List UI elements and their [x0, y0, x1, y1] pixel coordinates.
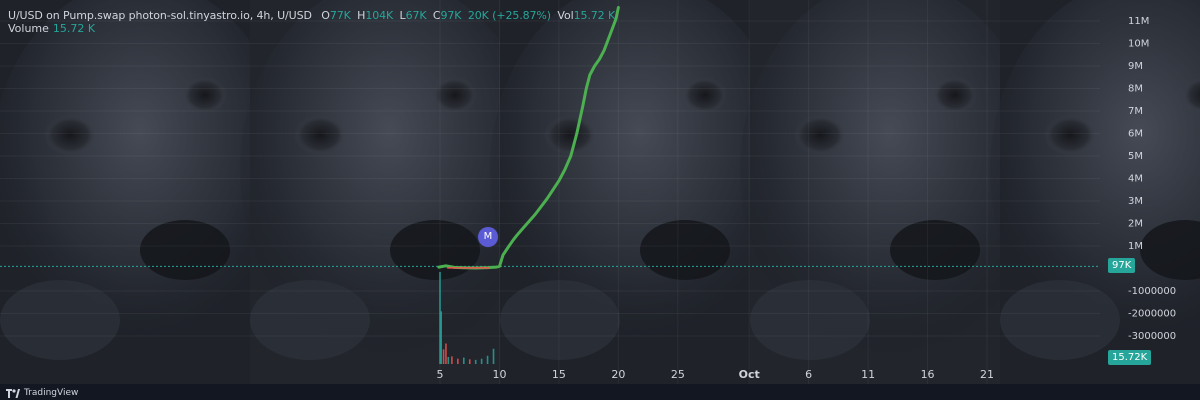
price-tick-label: 2M — [1128, 219, 1143, 230]
time-tick-label: 10 — [492, 368, 506, 381]
time-tick-label: 15 — [552, 368, 566, 381]
price-tick-label: 7M — [1128, 106, 1143, 117]
volume-bar — [486, 355, 489, 364]
close-value: 97K — [440, 9, 462, 22]
price-tick-label: 11M — [1128, 16, 1149, 27]
price-tick-label: 3M — [1128, 196, 1143, 207]
volume-legend[interactable]: Volume 15.72 K — [8, 22, 95, 35]
volume-bar — [468, 359, 471, 364]
price-tick-label: -2000000 — [1128, 309, 1176, 320]
volume-bar — [462, 357, 465, 364]
symbol-header: U/USD on Pump.swap photon-sol.tinyastro.… — [8, 9, 615, 22]
price-tick-label: 10M — [1128, 39, 1149, 50]
price-chart[interactable]: 11M10M9M8M7M6M5M4M3M2M1M-1000000-2000000… — [0, 0, 1200, 400]
price-tick-label: -3000000 — [1128, 331, 1176, 342]
time-axis: 5 10 15 20 25 Oct 6 11 16 21 — [437, 368, 995, 381]
symbol-title[interactable]: U/USD on Pump.swap photon-sol.tinyastro.… — [8, 9, 312, 22]
volume-bar — [492, 348, 495, 364]
tradingview-logo-icon — [6, 388, 20, 398]
volume-value-inline: 15.72 K — [573, 9, 616, 22]
event-marker[interactable]: M — [478, 227, 498, 247]
change-value: 20K (+25.87%) — [467, 9, 551, 22]
price-tick-label: -1000000 — [1128, 286, 1176, 297]
price-series — [437, 6, 620, 270]
low-value: 67K — [405, 9, 427, 22]
price-axis: 11M 10M 9M 8M 7M 6M 5M 4M 3M 2M 1M -1000000 -2000000… — [1128, 16, 1176, 342]
volume-tag: 15.72K — [1108, 350, 1152, 365]
price-tick-label: 9M — [1128, 61, 1143, 72]
time-tick-label: 5 — [437, 368, 444, 381]
volume-bar — [457, 358, 459, 364]
open-label: O — [321, 9, 330, 22]
volume-legend-label: Volume — [8, 22, 49, 35]
time-tick-label: 20 — [611, 368, 625, 381]
volume-bar — [480, 358, 483, 364]
last-price-tag: 97K — [1108, 258, 1136, 274]
price-tick-label: 5M — [1128, 151, 1143, 162]
time-tick-label: 11 — [861, 368, 875, 381]
price-tick-label: 1M — [1128, 241, 1143, 252]
volume-bar — [447, 356, 450, 364]
close-label: C — [432, 9, 441, 22]
volume-bar — [474, 359, 477, 364]
open-value: 77K — [329, 9, 351, 22]
tradingview-logo[interactable]: TradingView — [6, 388, 78, 398]
volume-bar — [451, 356, 453, 364]
price-tick-label: 4M — [1128, 174, 1143, 185]
tradingview-logo-text: TradingView — [24, 388, 79, 398]
time-tick-label: 25 — [671, 368, 685, 381]
volume-label-inline: Vol — [557, 9, 574, 22]
high-value: 104K — [365, 9, 394, 22]
price-line — [437, 6, 620, 270]
volume-bar — [442, 349, 445, 364]
price-tick-label: 8M — [1128, 84, 1143, 95]
volume-bar — [445, 343, 447, 364]
price-tick-label: 6M — [1128, 129, 1143, 140]
time-tick-label: 21 — [980, 368, 994, 381]
volume-legend-value: 15.72 K — [52, 22, 96, 35]
time-tick-label: 16 — [921, 368, 935, 381]
volume-bars — [439, 272, 495, 364]
time-tick-label: 6 — [805, 368, 812, 381]
footer-bar — [0, 384, 1200, 400]
volume-bar — [440, 311, 442, 364]
time-tick-label: Oct — [739, 368, 760, 381]
